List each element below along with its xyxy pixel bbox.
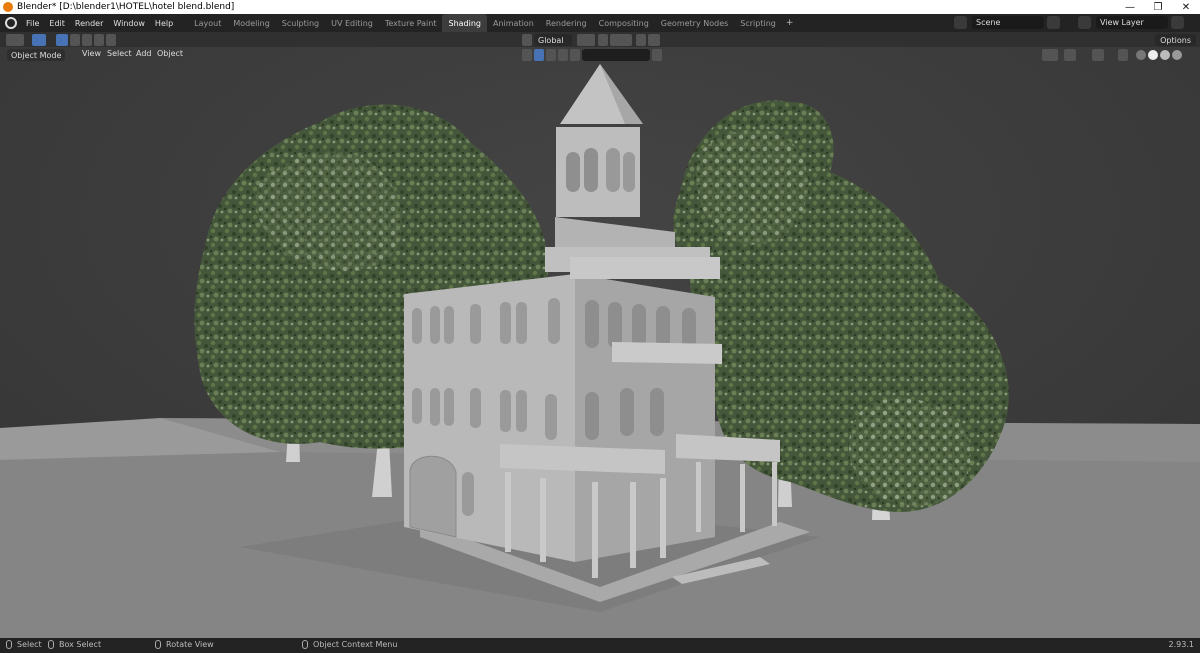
tab-layout[interactable]: Layout — [188, 14, 227, 32]
rendered-shading-icon[interactable] — [1172, 50, 1182, 60]
menu-window[interactable]: Window — [108, 19, 150, 28]
tool-header: Global Options — [0, 32, 1200, 47]
window-title: Blender* [D:\blender1\HOTEL\hotel blend.… — [17, 2, 235, 12]
mouse-left-icon — [6, 640, 12, 649]
tab-scripting[interactable]: Scripting — [734, 14, 782, 32]
menu-edit[interactable]: Edit — [44, 19, 70, 28]
status-select: Select — [6, 640, 42, 649]
snap-toggle-icon[interactable] — [598, 34, 608, 46]
blender-logo-icon — [3, 2, 13, 12]
shading-solid-icon[interactable] — [522, 49, 532, 61]
tab-sculpting[interactable]: Sculpting — [276, 14, 325, 32]
status-context-menu: Object Context Menu — [302, 640, 397, 649]
workspace-tabs: Layout Modeling Sculpting UV Editing Tex… — [188, 14, 797, 32]
tab-texture-paint[interactable]: Texture Paint — [379, 14, 443, 32]
tab-animation[interactable]: Animation — [487, 14, 540, 32]
pivot-point-icon[interactable] — [577, 34, 595, 46]
tab-modeling[interactable]: Modeling — [227, 14, 275, 32]
viewport-menu-add[interactable]: Add — [136, 49, 152, 58]
tab-geometry-nodes[interactable]: Geometry Nodes — [655, 14, 734, 32]
selection-mode-invert-icon[interactable] — [94, 34, 104, 46]
viewport-header: Object Mode View Select Add Object — [0, 47, 1200, 63]
status-rotate-view: Rotate View — [155, 640, 214, 649]
view-layer-field[interactable]: View Layer — [1096, 16, 1168, 29]
viewport-menu-object[interactable]: Object — [157, 49, 183, 58]
solid-shading-icon[interactable] — [1148, 50, 1158, 60]
shading-flat-icon[interactable] — [570, 49, 580, 61]
wireframe-shading-icon[interactable] — [1136, 50, 1146, 60]
tab-uv-editing[interactable]: UV Editing — [325, 14, 379, 32]
window-titlebar: Blender* [D:\blender1\HOTEL\hotel blend.… — [0, 0, 1200, 14]
status-bar: Select Box Select Rotate View Object Con… — [0, 638, 1200, 653]
gizmo-icon[interactable] — [1064, 49, 1076, 61]
falloff-curve-icon[interactable] — [648, 34, 660, 46]
viewport-menu-view[interactable]: View — [82, 49, 101, 58]
selection-mode-extend-icon[interactable] — [70, 34, 80, 46]
selection-mode-intersect-icon[interactable] — [106, 34, 116, 46]
mouse-left-drag-icon — [48, 640, 54, 649]
scene-selector-icon[interactable] — [954, 16, 967, 29]
transform-orientation-icon[interactable] — [522, 34, 532, 46]
editor-type-icon[interactable] — [6, 34, 24, 46]
view-layer-selector-icon[interactable] — [1078, 16, 1091, 29]
blender-menu-icon[interactable] — [5, 17, 17, 29]
new-view-layer-icon[interactable] — [1171, 16, 1184, 29]
overlay-icon[interactable] — [1092, 49, 1104, 61]
viewport-search-input[interactable] — [582, 49, 650, 61]
status-context-menu-label: Object Context Menu — [313, 640, 398, 649]
mouse-middle-icon — [155, 640, 161, 649]
orientation-dropdown[interactable]: Global — [534, 34, 572, 46]
mouse-right-icon — [302, 640, 308, 649]
material-preview-icon[interactable] — [1160, 50, 1170, 60]
tab-rendering[interactable]: Rendering — [540, 14, 593, 32]
object-mode-dropdown[interactable]: Object Mode — [7, 49, 66, 61]
add-workspace-button[interactable]: + — [782, 14, 798, 32]
shading-rendered-icon[interactable] — [546, 49, 556, 61]
search-dropdown-icon[interactable] — [652, 49, 662, 61]
minimize-button[interactable]: — — [1116, 2, 1144, 13]
scene-name-field[interactable]: Scene — [972, 16, 1044, 29]
selection-mode-subtract-icon[interactable] — [82, 34, 92, 46]
shading-material-icon[interactable] — [534, 49, 544, 61]
shading-wire-icon[interactable] — [558, 49, 568, 61]
version-label: 2.93.1 — [1168, 640, 1194, 649]
selection-mode-set-icon[interactable] — [56, 34, 68, 46]
select-tool-icon[interactable] — [32, 34, 46, 46]
menu-render[interactable]: Render — [70, 19, 108, 28]
viewport-menu-select[interactable]: Select — [107, 49, 132, 58]
maximize-button[interactable]: ❐ — [1144, 2, 1172, 13]
3d-viewport[interactable] — [0, 32, 1200, 638]
menu-file[interactable]: File — [21, 19, 44, 28]
menu-help[interactable]: Help — [150, 19, 178, 28]
top-menu-bar: File Edit Render Window Help Layout Mode… — [0, 14, 1200, 32]
status-rotate-view-label: Rotate View — [166, 640, 214, 649]
tab-compositing[interactable]: Compositing — [593, 14, 655, 32]
tab-shading[interactable]: Shading — [442, 14, 487, 32]
proportional-edit-icon[interactable] — [636, 34, 646, 46]
xray-icon[interactable] — [1118, 49, 1128, 61]
new-scene-icon[interactable] — [1047, 16, 1060, 29]
viewport-scene — [0, 32, 1200, 638]
options-dropdown[interactable]: Options — [1155, 34, 1196, 46]
status-box-select: Box Select — [48, 640, 101, 649]
status-select-label: Select — [17, 640, 42, 649]
close-button[interactable]: ✕ — [1172, 2, 1200, 13]
visibility-icon[interactable] — [1042, 49, 1058, 61]
snap-target-icon[interactable] — [610, 34, 632, 46]
status-box-select-label: Box Select — [59, 640, 102, 649]
